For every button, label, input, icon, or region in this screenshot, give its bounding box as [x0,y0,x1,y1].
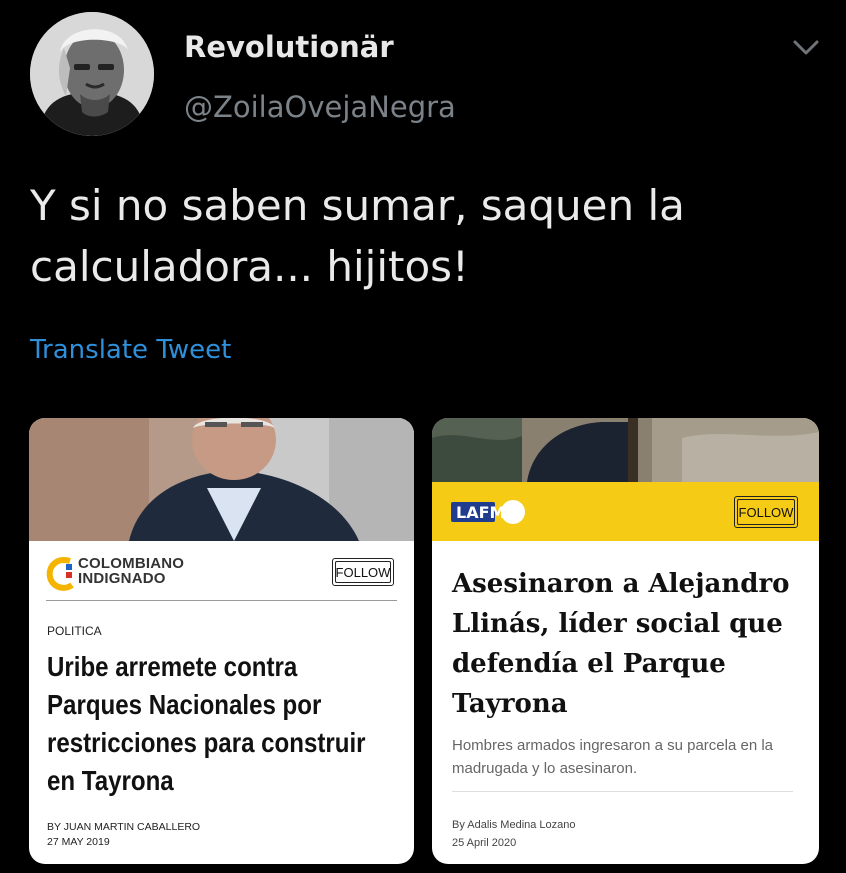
article-section: POLITICA [47,624,102,638]
article-date: 27 MAY 2019 [47,836,110,848]
author-name[interactable]: Revolutionär [184,30,394,64]
divider [452,791,793,792]
article-byline: BY JUAN MARTIN CABALLERO 27 MAY 2019 [47,820,200,850]
article-author: BY JUAN MARTIN CABALLERO [47,821,201,833]
lafm-logo: LAFM. [451,500,525,524]
lafm-header: LAFM. FOLLOW [432,482,819,541]
author-avatar[interactable] [30,12,154,136]
author-handle[interactable]: @ZoilaOvejaNegra [184,90,456,124]
article-byline: By Adalis Medina Lozano 25 April 2020 [452,816,576,852]
article-author: By Adalis Medina Lozano [452,819,576,831]
article-subhead: Hombres armados ingresaron a su parcela … [452,737,773,777]
divider [46,600,397,601]
follow-button[interactable]: FOLLOW [332,558,394,586]
author-portrait-image [30,12,154,136]
follow-button[interactable]: FOLLOW [734,496,798,528]
article-date: 25 April 2020 [452,837,517,849]
chevron-down-icon[interactable] [789,34,823,60]
translate-tweet-link[interactable]: Translate Tweet [30,335,231,365]
article-photo [432,418,819,482]
article-headline[interactable]: Asesinaron a Alejandro Llinás, líder soc… [452,564,807,724]
tweet-text: Y si no saben sumar, saquen la calculado… [30,181,685,291]
article-photo [29,418,414,541]
follow-button-label: FOLLOW [335,564,391,580]
article-headline[interactable]: Uribe arremete contra Parques Nacionales… [47,648,391,800]
colombiano-indignado-logo: COLOMBIANO INDIGNADO [46,555,246,591]
article-card-lafm[interactable]: LAFM. FOLLOW Asesinaron a Alejandro Llin… [432,418,819,864]
follow-button-label: FOLLOW [738,504,794,520]
article-card-colombiano-indignado[interactable]: COLOMBIANO INDIGNADO FOLLOW POLITICA Uri… [29,418,414,864]
